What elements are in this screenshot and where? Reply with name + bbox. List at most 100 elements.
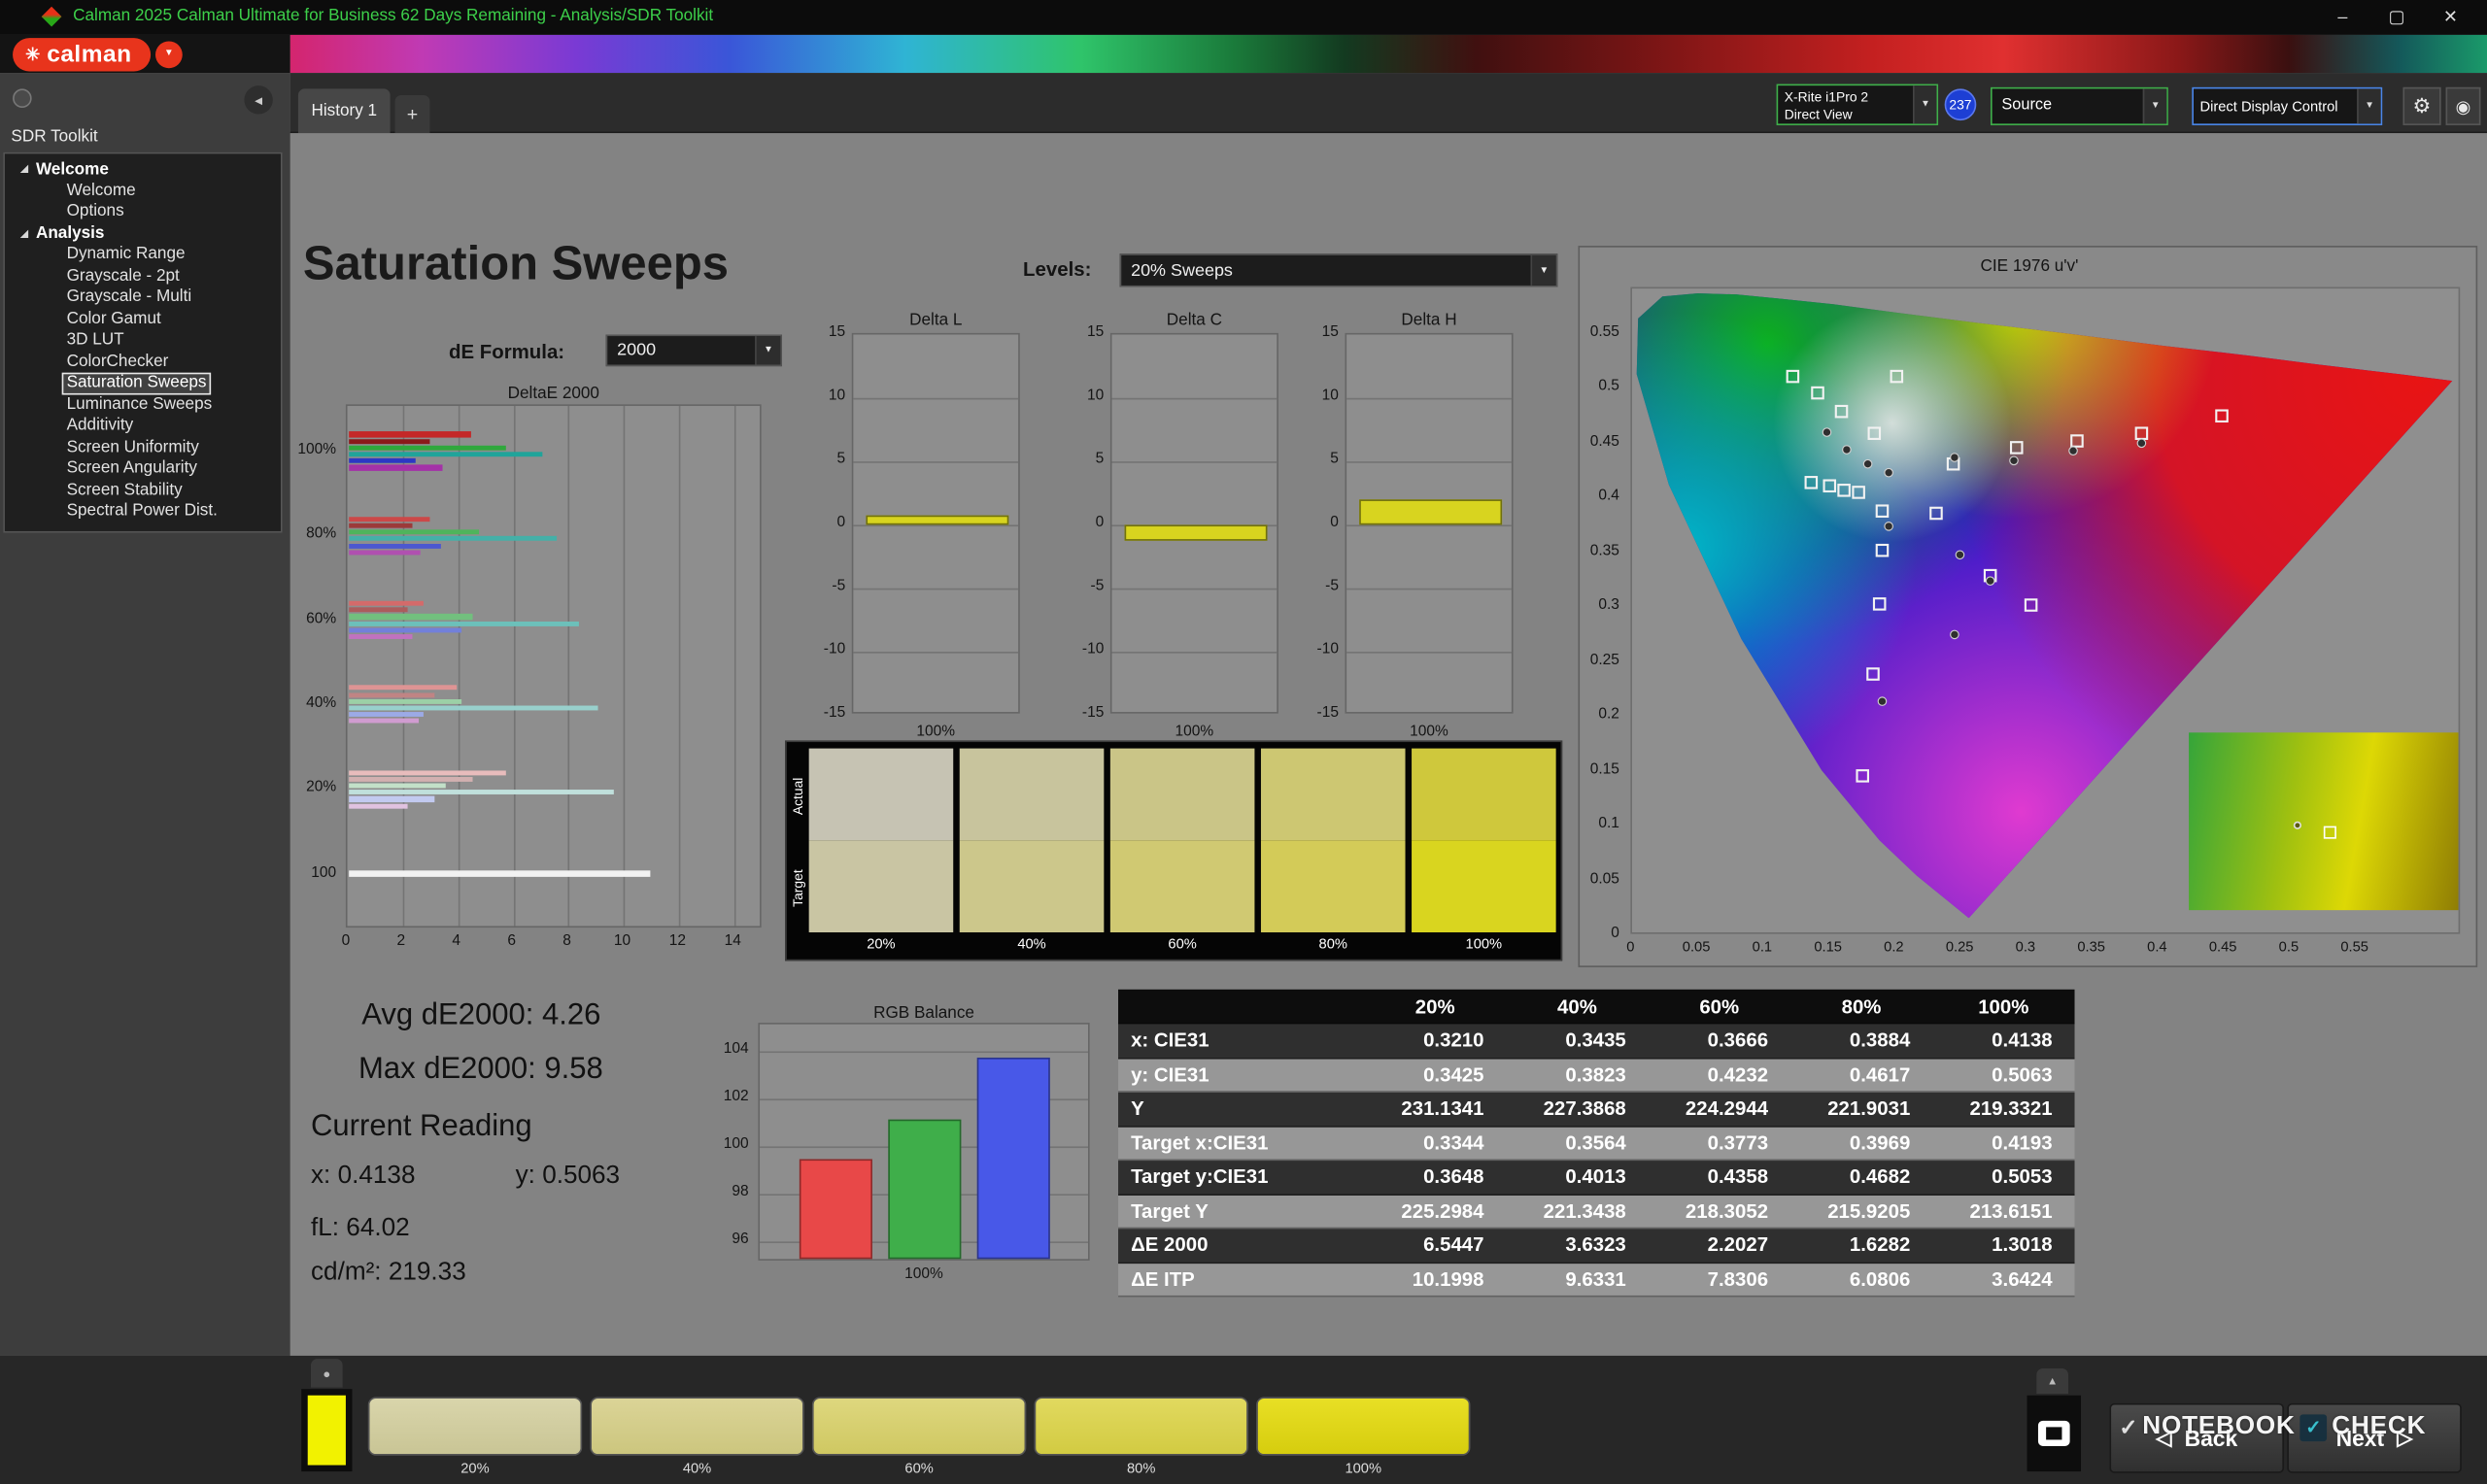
deltaL-bar [866,514,1009,525]
next-button[interactable]: Next ▷ [2287,1402,2462,1473]
table-row-label: Target Y [1131,1199,1209,1223]
levels-dropdown[interactable]: 20% Sweeps ▼ [1119,253,1558,287]
table-cell: 7.8306 [1707,1267,1769,1291]
minimize-button[interactable]: – [2316,0,2370,35]
table-cell: 6.0806 [1849,1267,1911,1291]
level-patch-20%[interactable] [367,1397,583,1456]
deltaL-ytick: 15 [828,323,846,342]
table-cell: 6.5447 [1423,1233,1484,1257]
window-controls: – ▢ ✕ [2316,0,2478,35]
tree-item-grayscale-2pt[interactable]: Grayscale - 2pt [62,265,185,287]
table-row-label: x: CIE31 [1131,1029,1209,1052]
tree-item-3d-lut[interactable]: 3D LUT [62,330,129,352]
level-patch-60%[interactable] [811,1397,1027,1456]
target-swatch-40% [959,840,1105,932]
display-window-tab[interactable]: ▲ [2036,1367,2068,1395]
deltae-y-axis: 100% 80% 60% 40% 20% 100 [290,404,340,928]
source-dropdown[interactable]: Source ▼ [1990,86,2168,125]
calman-logo[interactable]: ✳ calman [13,37,152,71]
level-patch-40%[interactable] [590,1397,804,1456]
tree-item-spectral-power-dist[interactable]: Spectral Power Dist. [62,501,222,523]
tree-item-dynamic-range[interactable]: Dynamic Range [62,244,190,265]
tree-item-welcome[interactable]: Welcome [62,180,141,201]
tree-item-screen-angularity[interactable]: Screen Angularity [62,458,202,480]
cie-xtick: 0.4 [2147,938,2167,955]
deltaC-gridline [1111,652,1278,654]
deltaL-gridline [853,397,1019,400]
deltaH-ytick: 5 [1330,450,1339,468]
brand-name: calman [47,40,132,68]
deltae-bar-60 [349,621,579,626]
pattern-window-tab[interactable]: ● [310,1359,343,1388]
tree-item-screen-uniformity[interactable]: Screen Uniformity [62,437,204,458]
deltaC-title: Delta C [1166,310,1222,330]
deltae-bar-40 [349,719,419,725]
tree-section-analysis[interactable]: ◢ Analysis [20,222,281,244]
meter-count-badge: 237 [1944,88,1977,121]
deltae-bar-60 [349,634,413,640]
deltaL-ytick: 5 [836,450,846,468]
cie-xtick: 0.1 [1752,938,1773,955]
deltaC-ytick: 15 [1087,323,1105,342]
rgb-ytick: 102 [723,1087,749,1105]
meter-name: X-Rite i1Pro 2 [1784,88,1869,105]
deltae-bar-20 [349,783,446,789]
tree-item-saturation-sweeps[interactable]: Saturation Sweeps [61,372,212,394]
maximize-button[interactable]: ▢ [2369,0,2424,35]
expander-triangle-icon: ◢ [20,229,28,240]
target-swatch-80% [1260,840,1406,932]
patch-label-80%: 80% [1126,1460,1156,1476]
tree-item-grayscale-multi[interactable]: Grayscale - Multi [62,287,196,309]
deltae-xtick: 0 [341,931,351,950]
meter-dropdown[interactable]: X-Rite i1Pro 2 Direct View ▼ [1776,84,1939,125]
deltae-xtick: 2 [396,931,406,950]
deltae-gridline [513,405,515,927]
tree-item-screen-stability[interactable]: Screen Stability [62,480,187,501]
brand-menu-caret[interactable]: ▼ [155,40,183,68]
tree-item-luminance-sweeps[interactable]: Luminance Sweeps [62,394,217,416]
sidebar-collapse-button[interactable]: ◄ [244,85,273,115]
deltae-ytick: 20% [306,778,337,796]
deltaH-ytick: 0 [1330,513,1339,531]
deltae-xtick: 4 [452,931,461,950]
back-button[interactable]: ◁ Back [2109,1402,2285,1473]
tree-item-additivity[interactable]: Additivity [62,416,138,437]
tree-item-color-gamut[interactable]: Color Gamut [62,309,166,330]
table-cell: 0.3425 [1423,1063,1484,1086]
add-tab-button[interactable]: + [394,94,430,134]
table-row-target-x-cie31: Target x:CIE31 0.3344 0.3564 0.3773 0.3969 0.… [1118,1126,2075,1162]
tree-section-welcome[interactable]: ◢ Welcome [20,158,281,180]
cie-measurement-dot [1822,427,1832,437]
deltaC-ytick: -15 [1081,703,1105,722]
tree-item-colorchecker[interactable]: ColorChecker [62,352,174,373]
level-patch-80%[interactable] [1034,1397,1248,1456]
deltae-gridline [458,405,460,927]
level-patch-100%[interactable] [1256,1397,1471,1456]
de-formula-dropdown[interactable]: 2000 ▼ [605,334,782,367]
rgb-bar-blue [976,1058,1050,1260]
settings-button[interactable]: ⚙ [2402,86,2441,125]
display-window-panel[interactable] [2027,1395,2082,1472]
deltaL-gridline [853,461,1019,463]
cie-measurement-dot [1877,696,1888,706]
camera-icon: ● [323,1366,331,1381]
cie-measurement-dot [1950,453,1959,462]
tab-history-1[interactable]: History 1 [297,88,391,134]
inset-target-marker [2323,826,2336,840]
swatch-level-label: 40% [1017,935,1046,952]
chevron-down-icon: ▼ [2357,88,2381,124]
table-row-target-y-cie31: Target y:CIE31 0.3648 0.4013 0.4358 0.4682 0.… [1118,1161,2075,1196]
table-cell: 218.3052 [1685,1199,1769,1223]
deltaC-xlabel: 100% [1175,723,1214,741]
cie-xtick: 0.35 [2077,938,2105,955]
sidebar-options-icon[interactable] [13,88,32,109]
display-control-dropdown[interactable]: Direct Display Control ▼ [2192,86,2383,125]
tree-item-options[interactable]: Options [62,201,129,222]
cie-ytick: 0.15 [1589,759,1619,778]
deltae-bar-20 [349,803,407,809]
close-button[interactable]: ✕ [2424,0,2478,35]
deltae-ytick: 80% [306,524,337,543]
power-button[interactable]: ◉ [2445,86,2481,125]
deltae-bar-80 [349,529,479,535]
chevron-down-icon: ▼ [1530,254,1556,286]
